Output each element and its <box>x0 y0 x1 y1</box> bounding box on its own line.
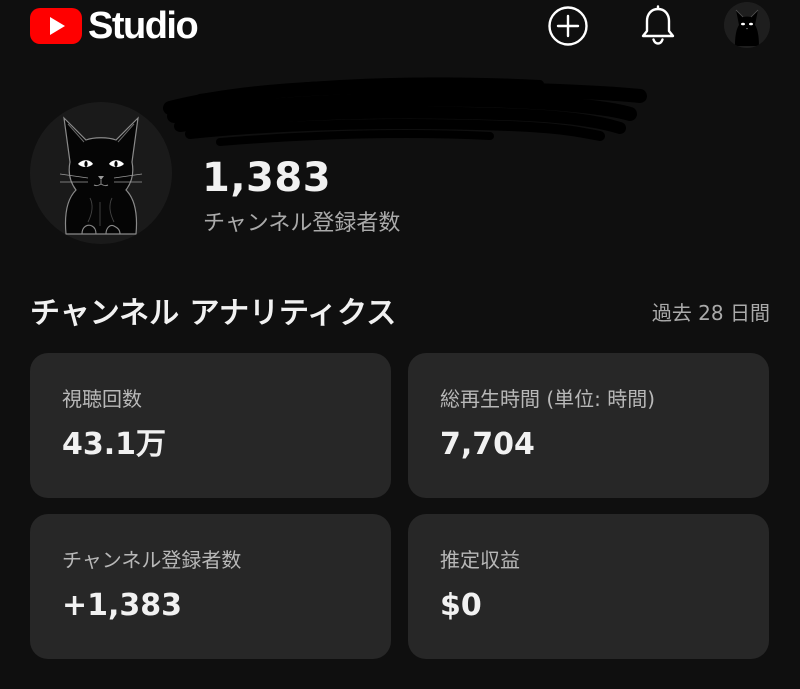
account-avatar-button[interactable] <box>724 2 770 48</box>
channel-avatar[interactable] <box>30 102 172 244</box>
analytics-title: チャンネル アナリティクス <box>30 296 397 331</box>
create-button[interactable] <box>546 4 590 48</box>
metric-card-revenue[interactable]: 推定収益 $0 <box>408 514 769 659</box>
top-bar: Studio <box>0 0 800 56</box>
metric-value: $0 <box>440 588 482 623</box>
metric-value: +1,383 <box>62 588 183 623</box>
logo-text: Studio <box>88 5 199 47</box>
youtube-play-icon <box>30 8 82 44</box>
metric-value: 7,704 <box>440 427 535 462</box>
metric-label: 推定収益 <box>440 548 520 572</box>
cat-avatar-icon <box>30 102 172 244</box>
metric-card-watch-time[interactable]: 総再生時間 (単位: 時間) 7,704 <box>408 353 769 498</box>
subscriber-count: 1,383 <box>202 155 332 201</box>
metric-card-views[interactable]: 視聴回数 43.1万 <box>30 353 391 498</box>
metric-label: チャンネル登録者数 <box>62 548 242 572</box>
cat-avatar-icon <box>724 2 770 48</box>
metric-label: 総再生時間 (単位: 時間) <box>440 387 656 411</box>
metric-label: 視聴回数 <box>62 387 142 411</box>
bell-icon <box>641 5 675 45</box>
period-label: 過去 28 日間 <box>651 301 770 325</box>
metric-card-subscribers[interactable]: チャンネル登録者数 +1,383 <box>30 514 391 659</box>
subscriber-label: チャンネル登録者数 <box>203 211 401 236</box>
metric-value: 43.1万 <box>62 427 167 462</box>
studio-logo[interactable]: Studio <box>30 5 199 47</box>
notifications-button[interactable] <box>636 4 680 48</box>
plus-circle-icon <box>548 6 588 46</box>
